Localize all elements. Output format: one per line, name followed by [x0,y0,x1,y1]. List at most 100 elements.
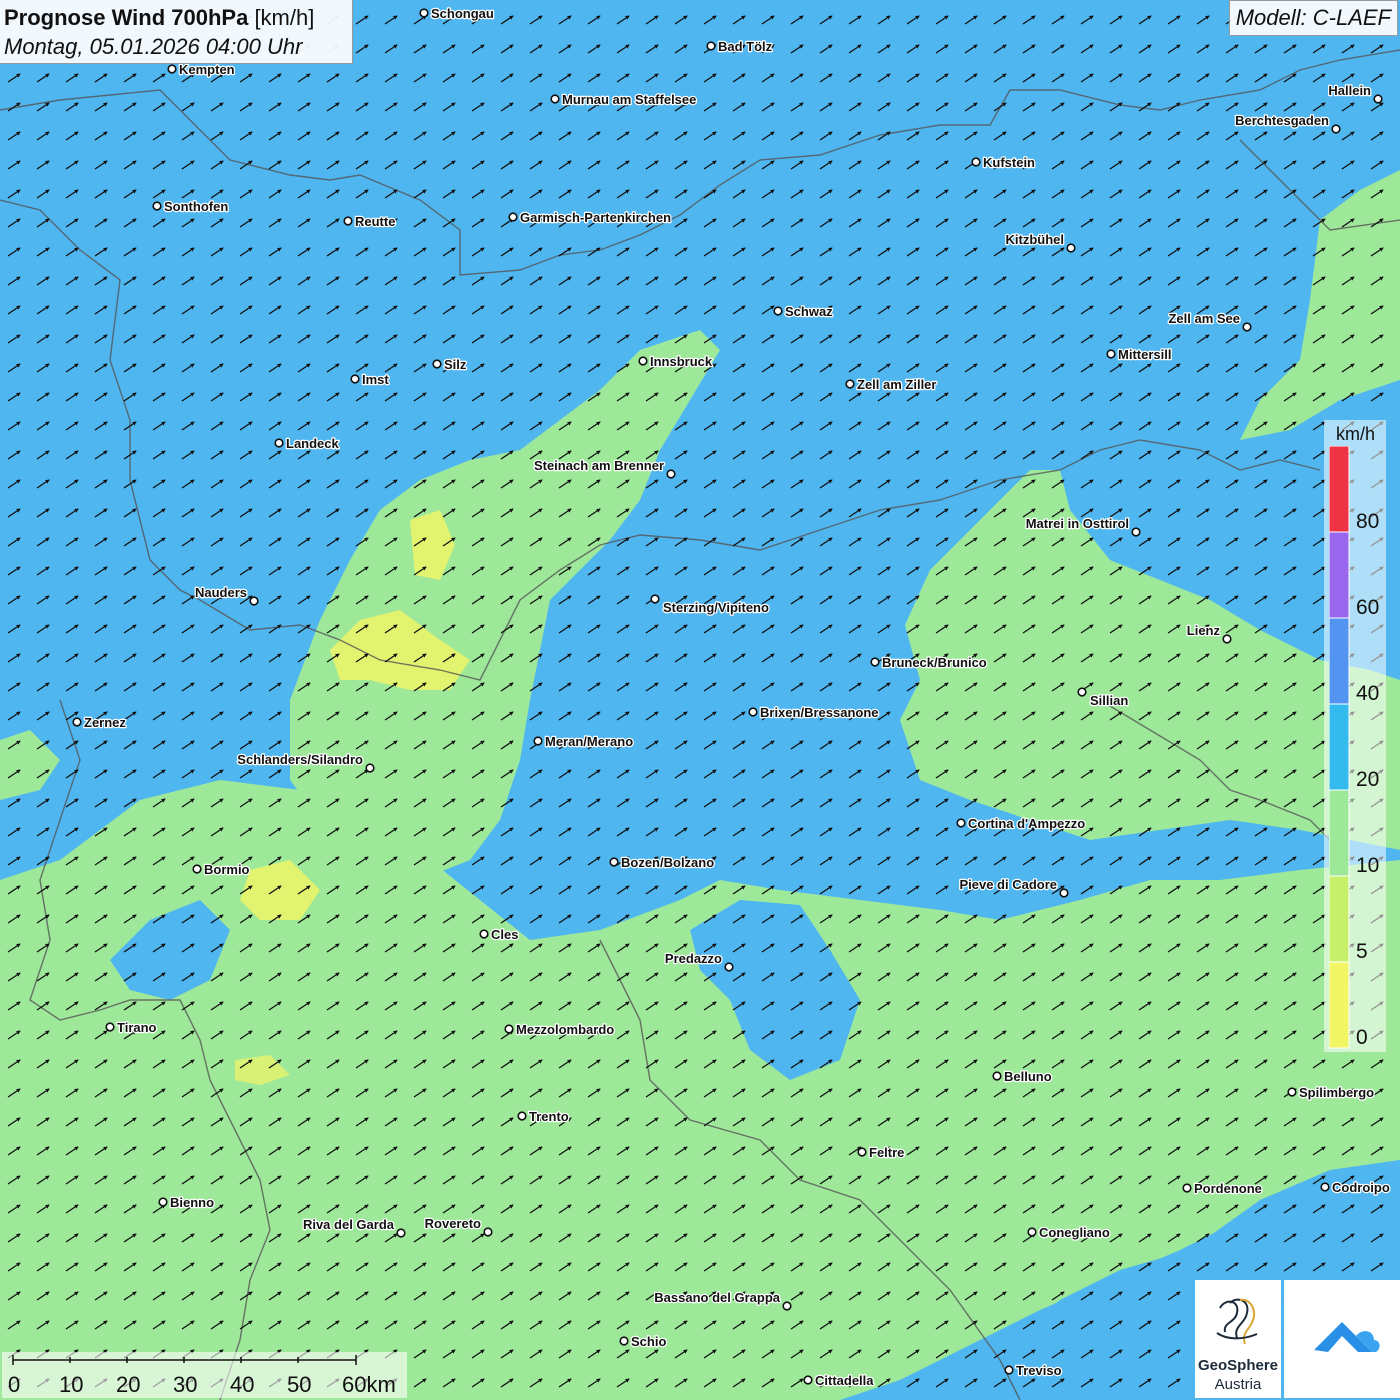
city-marker: Spilimbergo [1287,1084,1375,1101]
city-label: Zell am Ziller [857,377,936,392]
city-dot [483,1227,493,1237]
city-dot [992,1071,1002,1081]
city-marker: Innsbruck [638,353,714,370]
city-dot [419,8,429,18]
city-label: Zell am See [1168,311,1240,326]
geosphere-logo[interactable]: GeoSphere Austria [1195,1280,1281,1398]
city-label: Mezzolombardo [516,1022,614,1037]
city-dot [350,374,360,384]
city-label: Feltre [869,1145,904,1160]
city-dot [748,707,758,717]
city-marker: Bozen/Bolzano [609,854,715,871]
city-marker: Conegliano [1027,1224,1111,1241]
city-dot [650,594,660,604]
legend-unit: km/h [1336,424,1376,444]
city-dot [1027,1227,1037,1237]
city-label: Pordenone [1194,1181,1262,1196]
city-dot [609,857,619,867]
city-dot [158,1197,168,1207]
city-dot [1004,1365,1014,1375]
city-dot [533,736,543,746]
city-marker: Mezzolombardo [504,1021,616,1038]
city-label: Tirano [117,1020,157,1035]
city-label: Bormio [204,862,250,877]
city-marker: Schongau [419,5,495,22]
city-marker: Kempten [167,61,236,78]
city-label: Matrei in Osttirol [1026,516,1129,531]
city-marker: Brixen/Bressanone [748,704,880,721]
city-dot [956,818,966,828]
city-label: Reutte [355,214,395,229]
city-label: Sonthofen [164,199,228,214]
scale-label-30: 30 [173,1372,198,1397]
city-label: Murnau am Staffelsee [562,92,696,107]
city-dot [274,438,284,448]
city-label: Cittadella [815,1373,874,1388]
city-dot [782,1301,792,1311]
city-dot [1077,687,1087,697]
city-label: Rovereto [425,1216,481,1231]
scale-label-60km: 60km [342,1372,396,1397]
city-label: Steinach am Brenner [534,458,664,473]
city-label: Hallein [1328,83,1371,98]
city-label: Silz [444,357,467,372]
city-dot [845,379,855,389]
wind-map: Schongau Bad Tölz Kempten Murnau am Staffel… [0,0,1400,1400]
weather-app-icon [1314,1322,1380,1352]
city-label: Spilimbergo [1299,1085,1374,1100]
city-marker: Garmisch-Partenkirchen [508,209,672,226]
weather-app-logo[interactable] [1284,1280,1400,1398]
scale-label-40: 40 [230,1372,255,1397]
city-marker: Pordenone [1182,1180,1263,1197]
city-dot [152,201,162,211]
city-label: Pieve di Cadore [959,877,1057,892]
city-dot [1182,1183,1192,1193]
city-label: Bassano del Grappa [654,1290,780,1305]
city-dot [192,864,202,874]
city-label: Bad Tölz [718,39,773,54]
city-label: Schlanders/Silandro [237,752,363,767]
geosphere-emblem-icon [1216,1298,1258,1345]
city-dot [479,929,489,939]
city-dot [1331,124,1341,134]
city-marker: Murnau am Staffelsee [550,91,698,108]
legend-tick-10: 10 [1356,854,1380,877]
map-title: Prognose Wind 700hPa [km/h] [4,5,315,30]
city-marker: Codroipo [1320,1179,1391,1196]
city-label: Riva del Garda [303,1217,395,1232]
logo-line1: GeoSphere [1197,1357,1279,1374]
city-label: Sillian [1090,693,1128,708]
city-dot [1287,1087,1297,1097]
city-dot [365,763,375,773]
city-label: Lienz [1187,623,1221,638]
legend-colorbar [1329,446,1350,1049]
city-dot [249,596,259,606]
city-dot [1373,94,1383,104]
logo-line2: Austria [1214,1376,1262,1393]
city-dot [1059,888,1069,898]
scale-bar-line [12,1355,357,1365]
city-dot [432,359,442,369]
legend-tick-60: 60 [1356,596,1380,619]
city-label: Treviso [1016,1363,1062,1378]
city-label: Cortina d'Ampezzo [968,816,1085,831]
city-label: Conegliano [1039,1225,1110,1240]
city-dot [517,1111,527,1121]
city-dot [638,356,648,366]
city-dot [1222,634,1232,644]
city-label: Bozen/Bolzano [621,855,714,870]
city-dot [105,1022,115,1032]
city-label: Garmisch-Partenkirchen [520,210,671,225]
city-marker: Bruneck/Brunico [870,654,988,671]
city-label: Schio [631,1334,666,1349]
city-marker: Meran/Merano [533,733,634,750]
color-legend: km/h 0 5 10 20 40 60 80 [1324,420,1386,1052]
city-marker: Zell am Ziller [845,376,938,393]
model-label: Modell: C-LAEF [1235,5,1391,30]
city-label: Zernez [84,715,126,730]
city-dot [504,1024,514,1034]
city-label: Innsbruck [650,354,713,369]
city-label: Sterzing/Vipiteno [663,600,769,615]
city-dot [803,1375,813,1385]
city-label: Brixen/Bressanone [760,705,879,720]
